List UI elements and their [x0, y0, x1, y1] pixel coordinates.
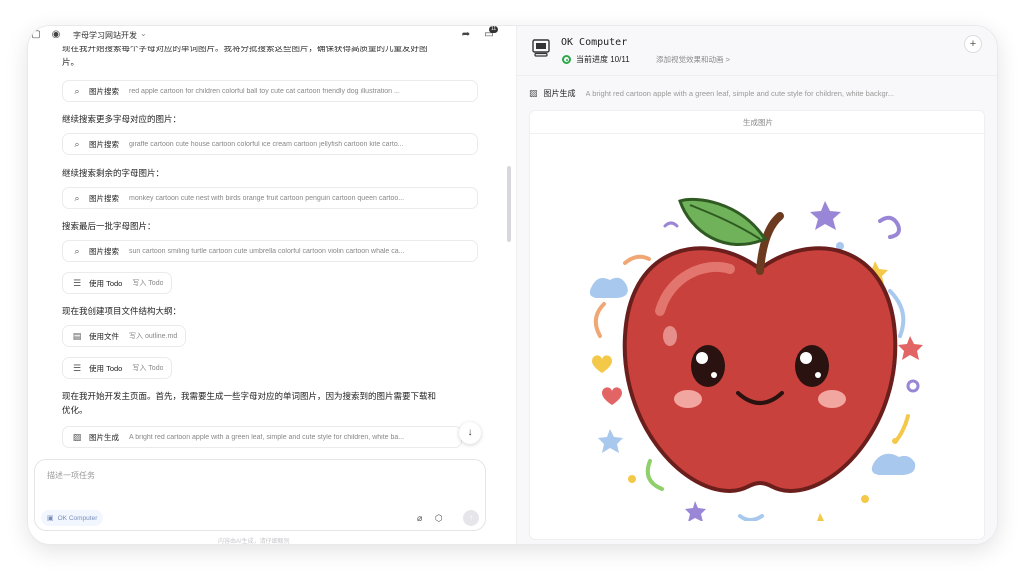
generated-image-card: 生成图片 — [529, 110, 986, 540]
message-text: 搜索最后一批字母图片： — [62, 221, 156, 231]
task-composer[interactable]: 描述一项任务 ▣ OK Computer ⌀ ⬡ ↑ — [34, 459, 486, 531]
message-text: 现在我开始开发主页面。首先，我需要生成一些字母对应的单词图片，因为搜索到的图片需… — [62, 391, 437, 401]
search-icon: ⌕ — [74, 85, 80, 96]
tool-desc: giraffe cartoon cute house cartoon color… — [129, 140, 404, 148]
computer-icon: ▣ — [47, 515, 54, 522]
todo-icon: ☰ — [72, 277, 82, 288]
tool-call-image-search[interactable]: ⌕ 图片搜索 sun cartoon smiling turtle cartoo… — [62, 240, 478, 262]
computer-icon — [532, 39, 550, 57]
message-text: 继续搜索更多字母对应的图片： — [62, 114, 182, 124]
tool-name: 使用 Todo — [89, 278, 123, 288]
file-icon: ▤ — [72, 330, 82, 341]
tool-call-file[interactable]: ▤ 使用文件 写入 outline.md — [62, 325, 187, 347]
chat-header: ▢ ◉ 字母学习网站开发 ⌄ ➦ ▭ 11 — [28, 26, 516, 44]
tool-desc: 写入 Todo — [132, 280, 164, 287]
add-button[interactable]: + — [964, 35, 982, 53]
divider — [530, 133, 986, 134]
tool-name: 图片生成 — [543, 88, 576, 98]
chevron-down-icon[interactable]: ⌄ — [140, 29, 147, 38]
tool-call-todo[interactable]: ☰ 使用 Todo 写入 Todo — [62, 357, 173, 379]
tool-desc: monkey cartoon cute nest with birds oran… — [129, 194, 405, 202]
message-text: 现在我创建项目文件结构大纲： — [62, 306, 182, 316]
cartoon-apple-image — [590, 197, 923, 521]
image-icon: ▨ — [72, 431, 82, 442]
footer-disclaimer: 内容由AI生成，请仔细甄别 — [218, 539, 290, 544]
task-input-placeholder[interactable]: 描述一项任务 — [47, 470, 95, 481]
chat-scrollbar[interactable] — [507, 166, 511, 242]
agent-mode-chip[interactable]: ▣ OK Computer — [41, 510, 104, 526]
tool-name: 图片搜索 — [89, 139, 119, 149]
apple-body — [622, 246, 898, 494]
search-icon: ⌕ — [74, 192, 80, 203]
cube-icon[interactable]: ⬡ — [435, 513, 443, 524]
tool-desc: A bright red cartoon apple with a green … — [129, 433, 405, 441]
todo-icon: ☰ — [72, 362, 82, 373]
tool-desc: 写入 Todo — [132, 365, 164, 372]
tool-name: 图片搜索 — [89, 86, 119, 96]
message-text: 片。 — [62, 57, 80, 67]
send-button[interactable]: ↑ — [463, 510, 479, 526]
tool-desc: A bright red cartoon apple with a green … — [585, 88, 895, 98]
share-icon[interactable]: ➦ — [460, 29, 472, 41]
computer-pane: OK Computer 当前进度 10/11 添加视觉效果和动画 > + ▨ 图… — [516, 26, 997, 544]
scroll-down-button[interactable]: ↓ — [459, 422, 481, 444]
tool-call-image-search[interactable]: ⌕ 图片搜索 giraffe cartoon cute house cartoo… — [62, 133, 478, 155]
tool-name: 使用文件 — [89, 331, 119, 341]
generated-image-label: 生成图片 — [743, 118, 773, 127]
project-icon: ◉ — [51, 29, 61, 40]
tool-name: 图片搜索 — [89, 246, 119, 256]
message-text: 优化。 — [62, 405, 88, 415]
app-window: ▢ ◉ 字母学习网站开发 ⌄ ➦ ▭ 11 现在我开始搜索每个字母对应的单词图片… — [28, 26, 997, 544]
tool-call-header: ▨ 图片生成 A bright red cartoon apple with a… — [529, 86, 989, 100]
agent-mode-label: OK Computer — [57, 514, 98, 522]
tool-call-image-search[interactable]: ⌕ 图片搜索 monkey cartoon cute nest with bir… — [62, 187, 478, 209]
tool-name: 图片生成 — [89, 432, 119, 442]
next-task-link[interactable]: 添加视觉效果和动画 > — [656, 54, 730, 65]
search-icon: ⌕ — [74, 138, 80, 149]
progress-text: 当前进度 10/11 — [576, 55, 630, 64]
tool-name: 图片搜索 — [89, 193, 119, 203]
tool-name: 使用 Todo — [89, 363, 123, 373]
message-text: 现在我开始搜索每个字母对应的单词图片。我将分批搜索这些图片，确保获得高质量的儿童… — [62, 46, 428, 53]
chat-pane: ▢ ◉ 字母学习网站开发 ⌄ ➦ ▭ 11 现在我开始搜索每个字母对应的单词图片… — [28, 26, 516, 544]
progress-status-icon — [562, 55, 571, 64]
search-icon: ⌕ — [74, 245, 80, 256]
tool-desc: red apple cartoon for children colorful … — [129, 87, 400, 95]
tool-desc: 写入 outline.md — [129, 333, 178, 340]
message-text: 继续搜索剩余的字母图片： — [62, 168, 165, 178]
tool-call-image-search[interactable]: ⌕ 图片搜索 red apple cartoon for children co… — [62, 80, 478, 102]
tool-call-todo[interactable]: ☰ 使用 Todo 写入 Todo — [62, 272, 173, 294]
attach-icon[interactable]: ⌀ — [417, 513, 422, 524]
sidebar-toggle-icon[interactable]: ▢ — [30, 29, 42, 41]
tool-desc: sun cartoon smiling turtle cartoon cute … — [129, 247, 405, 255]
project-title[interactable]: 字母学习网站开发 — [73, 30, 137, 41]
tool-call-image-generation[interactable]: ▨ 图片生成 A bright red cartoon apple with a… — [62, 426, 462, 448]
files-count-badge: 11 — [489, 26, 499, 33]
chat-messages: 现在我开始搜索每个字母对应的单词图片。我将分批搜索这些图片，确保获得高质量的儿童… — [62, 46, 492, 458]
image-icon: ▨ — [529, 87, 538, 98]
divider — [517, 75, 997, 76]
app-title: OK Computer — [561, 37, 628, 48]
